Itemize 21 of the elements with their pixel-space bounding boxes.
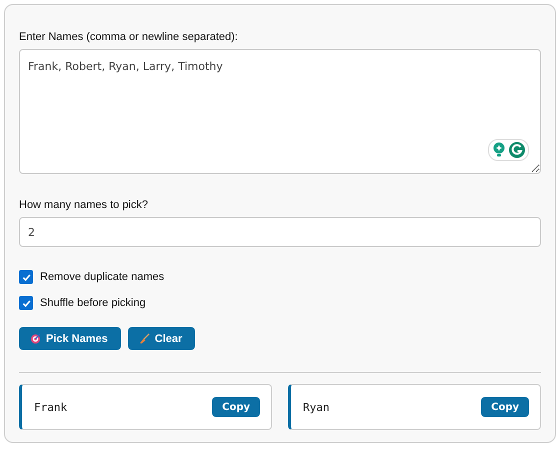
picked-name: Ryan	[303, 400, 330, 414]
check-icon	[22, 298, 30, 308]
picked-name: Frank	[34, 400, 68, 414]
checkbox-option[interactable]: Remove duplicate names	[19, 269, 541, 285]
field-label: How many names to pick?	[19, 199, 149, 211]
clear-button[interactable]: Clear	[128, 327, 196, 350]
target-icon	[30, 333, 41, 344]
copy-button[interactable]: Copy	[481, 397, 529, 417]
checkbox-option[interactable]: Shuffle before picking	[19, 295, 541, 311]
lightbulb-icon	[492, 142, 506, 158]
copy-button[interactable]: Copy	[212, 397, 260, 417]
pick-button[interactable]: Pick Names	[19, 327, 121, 350]
names-field[interactable]: Frank, Robert, Ryan, Larry, Timothy	[19, 49, 541, 174]
field-label: Enter Names (comma or newline separated):	[19, 31, 239, 43]
count-field[interactable]: 2	[19, 217, 541, 247]
broom-icon	[138, 333, 150, 344]
assistant-badge[interactable]	[488, 139, 529, 161]
check-icon	[22, 272, 30, 282]
circle-logo-icon	[509, 142, 525, 158]
checkbox[interactable]	[19, 270, 33, 284]
checkbox[interactable]	[19, 296, 33, 310]
